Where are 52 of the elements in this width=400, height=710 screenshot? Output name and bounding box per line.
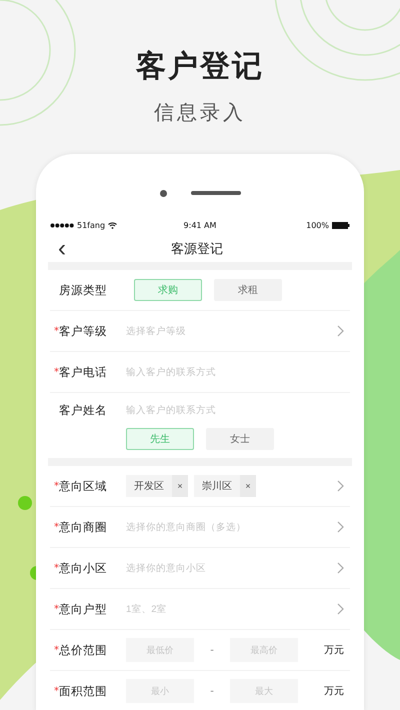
unit-label: 万元 — [324, 644, 344, 657]
chevron-right-icon — [337, 521, 344, 533]
select-field[interactable]: 选择客户等级 — [126, 326, 329, 336]
select-field[interactable]: 1室、2室 — [126, 604, 329, 614]
field-label: 意向区域 — [59, 478, 107, 494]
field-label: 客户姓名 — [59, 403, 107, 418]
required-mark: * — [54, 326, 59, 336]
field-label: 意向户型 — [59, 602, 107, 616]
chevron-right-icon — [337, 480, 344, 492]
signal-icon — [50, 222, 74, 228]
page-title: 客户登记 — [136, 48, 264, 86]
option-button[interactable]: 求租 — [214, 279, 282, 301]
field-label: 房源类型 — [59, 282, 107, 298]
required-mark: * — [54, 562, 59, 574]
field-label: 客户等级 — [59, 324, 107, 338]
select-field[interactable]: 选择你的意向商圈（多选） — [126, 522, 329, 532]
battery-icon — [332, 222, 350, 228]
chevron-right-icon — [337, 325, 344, 337]
required-mark: * — [54, 480, 59, 492]
field-label: 意向小区 — [59, 560, 107, 576]
tag-text: 开发区 — [133, 480, 165, 493]
remove-tag-button[interactable]: × — [172, 475, 188, 497]
required-mark: * — [54, 522, 59, 532]
chevron-right-icon — [337, 603, 344, 615]
required-mark: * — [54, 644, 59, 656]
carrier-name: 51fang — [77, 220, 106, 230]
unit-label: 万元 — [324, 685, 344, 698]
select-field[interactable]: 选择你的意向小区 — [126, 562, 329, 574]
field-label: 面积范围 — [59, 684, 107, 698]
tag-text: 崇川区 — [201, 480, 233, 493]
input-field[interactable]: 输入客户的联系方式 — [126, 366, 344, 378]
range-separator: - — [209, 644, 215, 656]
required-mark: * — [54, 686, 59, 696]
chevron-right-icon — [337, 562, 344, 574]
status-time: 9:41 AM — [184, 220, 216, 230]
field-label: 意向商圈 — [59, 520, 107, 534]
range-separator: - — [209, 686, 215, 696]
camera-icon — [160, 190, 166, 196]
battery-level: 100% — [306, 220, 329, 230]
screen-title: 客源登记 — [170, 241, 224, 258]
remove-tag-button[interactable]: × — [240, 475, 256, 497]
option-button[interactable]: 女士 — [206, 428, 274, 450]
wifi-icon — [108, 222, 118, 228]
required-mark: * — [54, 366, 59, 378]
field-label: 客户电话 — [59, 364, 107, 380]
speaker-icon — [190, 191, 240, 195]
input-field[interactable]: 输入客户的联系方式 — [126, 405, 344, 416]
required-mark: * — [54, 604, 59, 614]
dot-icon — [18, 496, 32, 510]
back-button[interactable]: ‹ — [50, 237, 74, 261]
field-label: 总价范围 — [59, 642, 107, 658]
page-subtitle: 信息录入 — [154, 99, 246, 126]
